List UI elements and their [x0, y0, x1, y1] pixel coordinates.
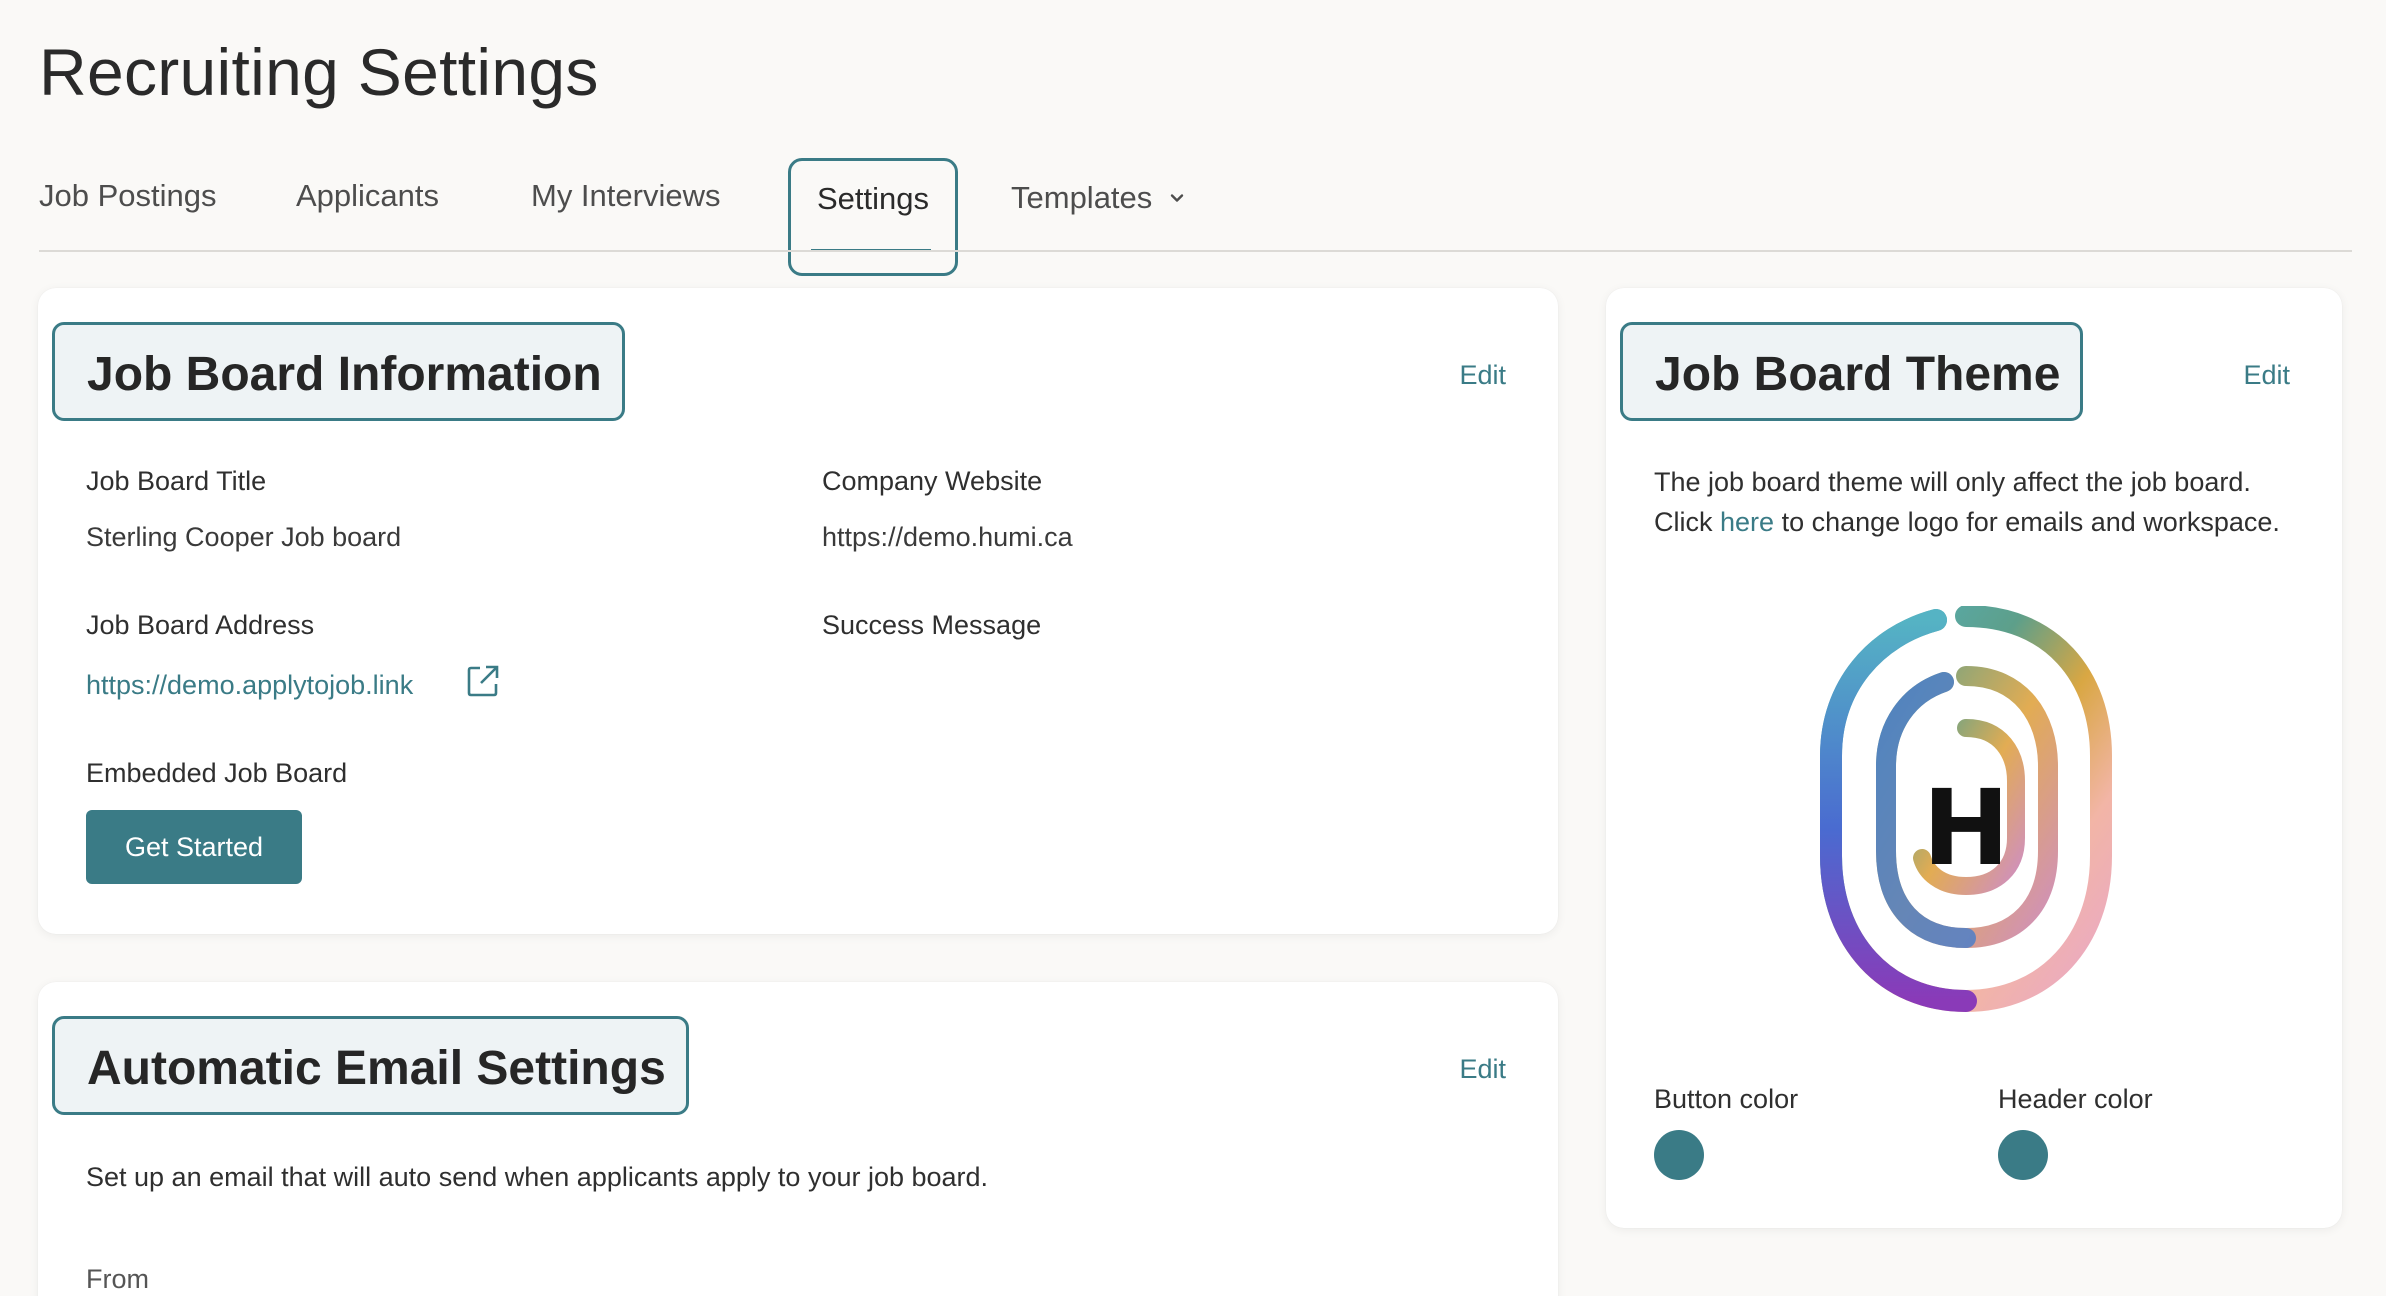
job-board-information-card: Job Board Information Edit Job Board Tit… — [38, 288, 1558, 934]
job-board-theme-card: Job Board Theme Edit The job board theme… — [1606, 288, 2342, 1228]
theme-description-rest: to change logo for emails and workspace. — [1781, 507, 2280, 537]
page-title: Recruiting Settings — [39, 35, 599, 109]
company-website-value: https://demo.humi.ca — [822, 522, 1073, 552]
job-board-theme-edit-link[interactable]: Edit — [2243, 360, 2290, 391]
tab-bar-divider — [39, 250, 2352, 252]
tab-templates[interactable]: Templates — [1011, 180, 1186, 216]
recruiting-settings-page: Recruiting Settings Job Postings Applica… — [0, 0, 2386, 1296]
tab-settings[interactable]: Settings — [788, 158, 958, 276]
change-logo-here-link[interactable]: here — [1720, 507, 1774, 537]
job-board-information-edit-link[interactable]: Edit — [1459, 360, 1506, 391]
tab-templates-label: Templates — [1011, 180, 1153, 215]
chevron-down-icon — [1171, 194, 1184, 202]
tab-bar: Job Postings Applicants My Interviews Se… — [0, 150, 2352, 276]
automatic-email-settings-heading: Automatic Email Settings — [52, 1016, 689, 1115]
header-color-label: Header color — [1998, 1084, 2153, 1114]
job-board-information-heading: Job Board Information — [52, 322, 625, 421]
email-settings-description: Set up an email that will auto send when… — [86, 1162, 989, 1192]
theme-description-click: Click — [1654, 507, 1713, 537]
company-logo-image: H — [1820, 606, 2112, 1013]
job-board-address-link[interactable]: https://demo.applytojob.link — [86, 670, 413, 701]
header-color-swatch[interactable] — [1998, 1130, 2048, 1180]
logo-letter: H — [1922, 767, 2009, 889]
get-started-button[interactable]: Get Started — [86, 810, 302, 884]
tab-settings-label: Settings — [816, 181, 929, 216]
job-board-address-label: Job Board Address — [86, 610, 315, 640]
success-message-label: Success Message — [822, 610, 1042, 640]
button-color-swatch[interactable] — [1654, 1130, 1704, 1180]
automatic-email-settings-edit-link[interactable]: Edit — [1459, 1054, 1506, 1085]
button-color-label: Button color — [1654, 1084, 1799, 1114]
embedded-job-board-label: Embedded Job Board — [86, 758, 348, 788]
from-label: From — [86, 1264, 149, 1294]
company-website-label: Company Website — [822, 466, 1043, 496]
automatic-email-settings-card: Automatic Email Settings Edit Set up an … — [38, 982, 1558, 1296]
tab-applicants[interactable]: Applicants — [296, 178, 439, 214]
job-board-theme-heading: Job Board Theme — [1620, 322, 2084, 421]
theme-description-line1: The job board theme will only affect the… — [1654, 467, 2251, 497]
tab-job-postings[interactable]: Job Postings — [39, 178, 217, 214]
tab-my-interviews[interactable]: My Interviews — [531, 178, 720, 214]
job-board-title-label: Job Board Title — [86, 466, 267, 496]
job-board-title-value: Sterling Cooper Job board — [86, 522, 402, 552]
theme-description: The job board theme will only affect the… — [1654, 462, 2294, 542]
external-link-icon[interactable] — [466, 664, 500, 698]
